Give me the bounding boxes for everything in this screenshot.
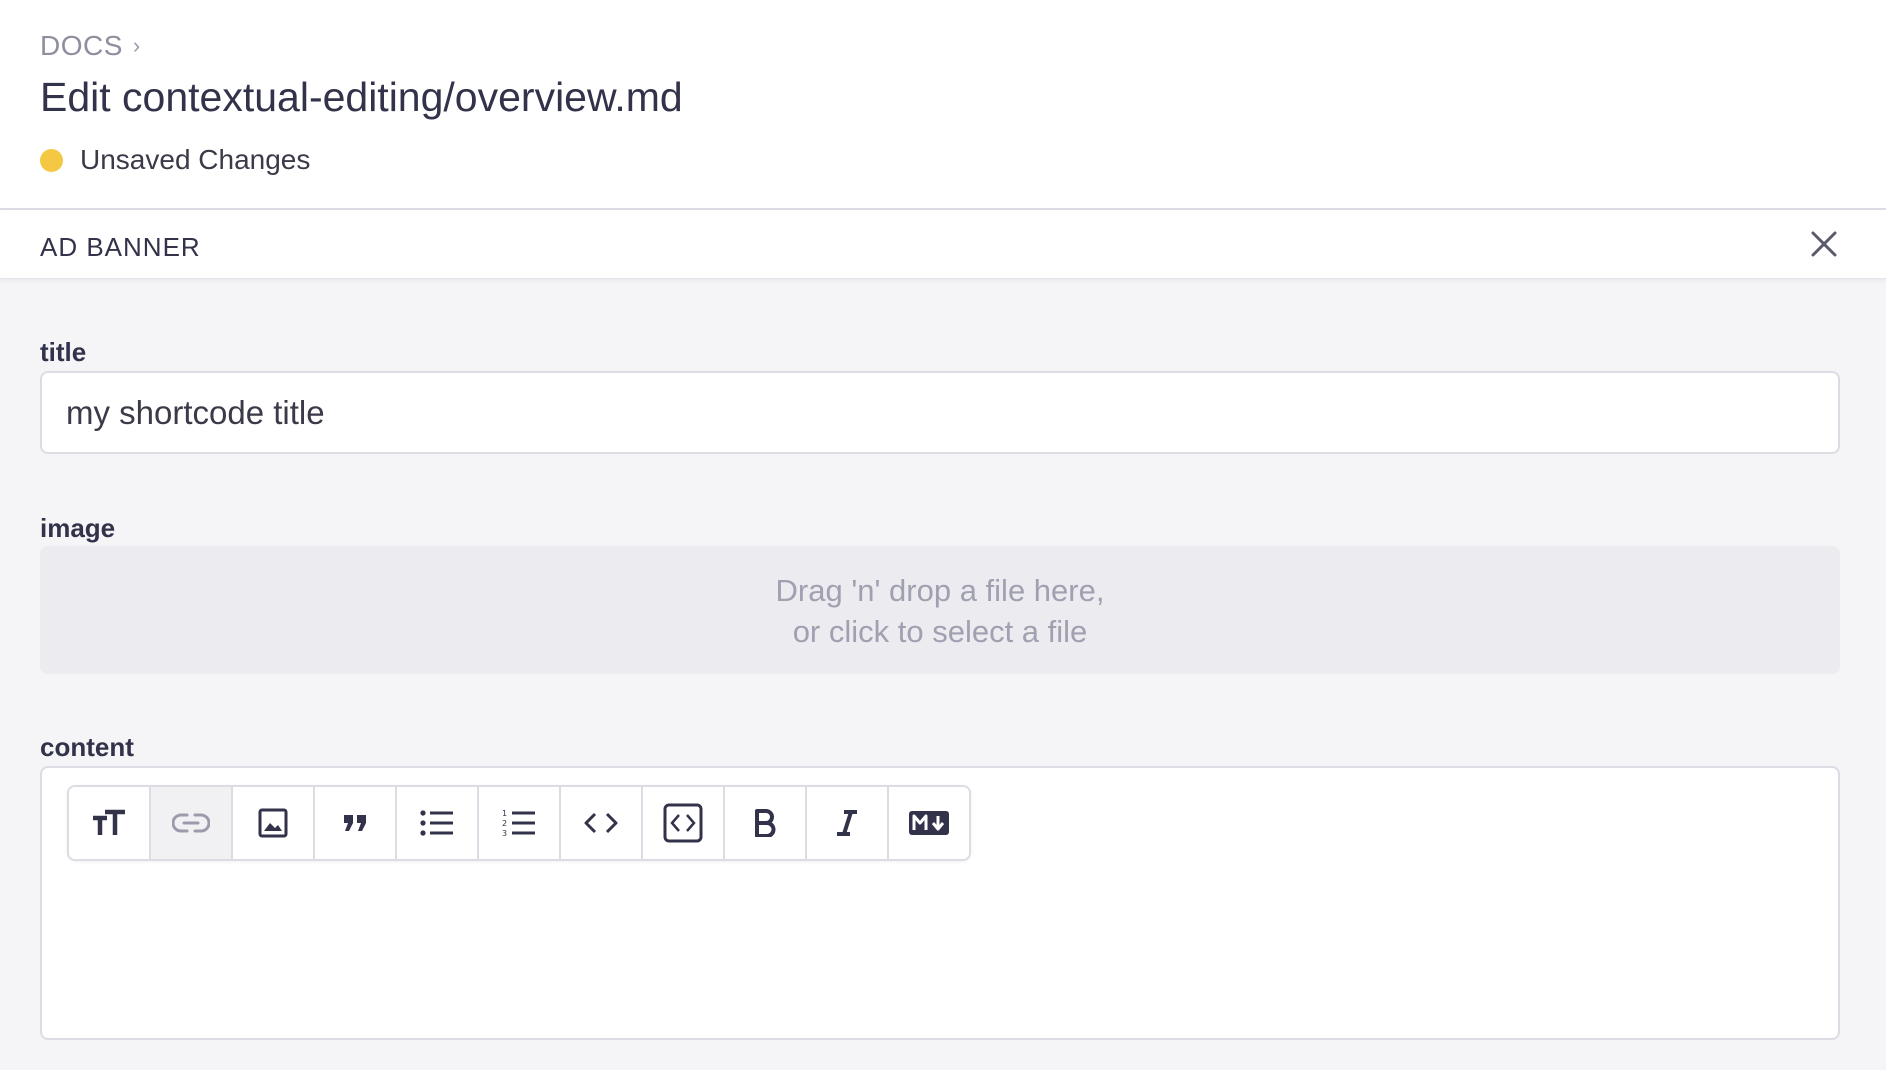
content-field-label: content xyxy=(40,732,134,762)
code-block-icon xyxy=(663,803,703,843)
bold-button[interactable] xyxy=(725,787,807,859)
editor-toolbar: 1 2 3 xyxy=(67,785,971,861)
title-input[interactable] xyxy=(40,371,1840,454)
panel-title: AD BANNER xyxy=(40,232,201,262)
link-icon xyxy=(172,813,210,833)
svg-text:3: 3 xyxy=(502,829,507,838)
italic-button[interactable] xyxy=(807,787,889,859)
image-field-label: image xyxy=(40,513,116,543)
bulleted-list-button[interactable] xyxy=(397,787,479,859)
code-button[interactable] xyxy=(561,787,643,859)
markdown-icon xyxy=(909,811,949,835)
page-header: DOCS › Edit contextual-editing/overview.… xyxy=(0,0,1886,210)
breadcrumb: DOCS › xyxy=(40,30,141,62)
breadcrumb-docs-link[interactable]: DOCS xyxy=(40,30,123,62)
numbered-list-button[interactable]: 1 2 3 xyxy=(479,787,561,859)
code-icon xyxy=(584,812,618,834)
title-field-label: title xyxy=(40,337,87,367)
image-icon xyxy=(258,808,288,838)
text-size-icon xyxy=(93,809,125,835)
bold-icon xyxy=(755,809,776,837)
image-button[interactable] xyxy=(233,787,315,859)
quote-icon xyxy=(344,815,366,831)
bulleted-list-icon xyxy=(420,810,453,836)
content-editor[interactable]: 1 2 3 xyxy=(40,766,1840,1040)
status-text: Unsaved Changes xyxy=(80,144,311,175)
quote-button[interactable] xyxy=(315,787,397,859)
status-indicator: Unsaved Changes xyxy=(40,144,310,176)
image-dropzone[interactable]: Drag 'n' drop a file here, or click to s… xyxy=(40,546,1840,674)
heading-button[interactable] xyxy=(69,787,151,859)
link-button[interactable] xyxy=(151,787,233,859)
code-block-button[interactable] xyxy=(643,787,725,859)
numbered-list-icon: 1 2 3 xyxy=(502,809,535,838)
svg-text:2: 2 xyxy=(502,819,507,828)
status-dot-icon xyxy=(40,148,63,172)
close-button[interactable] xyxy=(1808,228,1840,260)
dropzone-text-line-2: or click to select a file xyxy=(792,614,1088,649)
close-icon xyxy=(1811,231,1837,257)
chevron-right-icon: › xyxy=(132,33,141,58)
markdown-button[interactable] xyxy=(889,787,969,859)
dropzone-text-line-1: Drag 'n' drop a file here, xyxy=(775,573,1105,608)
italic-icon xyxy=(837,810,857,836)
svg-text:1: 1 xyxy=(502,809,507,818)
panel-header: AD BANNER xyxy=(0,210,1886,279)
page-title: Edit contextual-editing/overview.md xyxy=(40,74,683,120)
